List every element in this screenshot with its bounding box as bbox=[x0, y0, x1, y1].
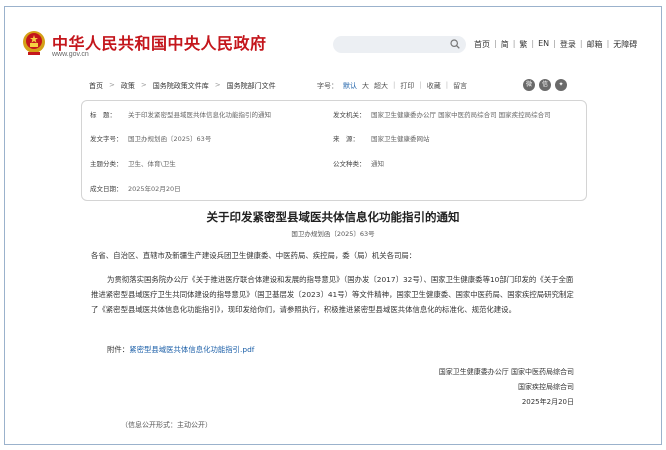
meta-docno-value: 国卫办规划函〔2025〕63号 bbox=[128, 135, 212, 143]
meta-topic-value: 卫生、体育\卫生 bbox=[128, 160, 176, 168]
meta-source-label: 来 源： bbox=[333, 135, 359, 143]
signing-date: 2025年2月20日 bbox=[521, 398, 574, 406]
top-navigation: 首页 | 简 | 繁 | EN | 登录 | 邮箱 | 无障碍 bbox=[474, 39, 637, 50]
site-url: www.gov.cn bbox=[52, 51, 89, 58]
meta-date-row: 成文日期： 2025年02月20日 bbox=[90, 183, 181, 193]
meta-issuer-row: 发文机关： 国家卫生健康委办公厅 国家中医药局综合司 国家疾控局综合司 bbox=[333, 109, 551, 119]
breadcrumb-separator-icon: > bbox=[109, 81, 115, 89]
nav-divider: | bbox=[531, 39, 535, 48]
meta-topic-label: 主题分类： bbox=[90, 160, 123, 168]
nav-divider: | bbox=[494, 39, 497, 48]
page-frame bbox=[4, 6, 662, 445]
font-size-large[interactable]: 大 bbox=[362, 81, 369, 91]
meta-type-value: 通知 bbox=[371, 160, 384, 168]
article-body: 为贯彻落实国务院办公厅《关于推进医疗联合体建设和发展的指导意见》（国办发〔201… bbox=[91, 275, 574, 314]
wechat-share-icon[interactable]: 信 bbox=[539, 79, 551, 91]
nav-home-link[interactable]: 首页 bbox=[474, 39, 490, 50]
favorite-button[interactable]: 收藏 bbox=[427, 81, 441, 91]
meta-title-row: 标 题： 关于印发紧密型县域医共体信息化功能指引的通知 bbox=[90, 109, 271, 119]
national-emblem-icon[interactable] bbox=[22, 30, 46, 56]
meta-source-value: 国家卫生健康委网站 bbox=[371, 135, 430, 143]
breadcrumb-policy[interactable]: 政策 bbox=[121, 81, 135, 91]
tools-divider: | bbox=[419, 81, 422, 89]
meta-docno-label: 发文字号： bbox=[90, 135, 123, 143]
article-tools: 字号： 默认 大 超大 | 打印 | 收藏 | 留言 bbox=[317, 81, 467, 91]
search-input[interactable] bbox=[333, 36, 466, 53]
meta-date-label: 成文日期： bbox=[90, 185, 123, 193]
breadcrumb-separator-icon: > bbox=[214, 81, 221, 89]
article-title: 关于印发紧密型县域医共体信息化功能指引的通知 bbox=[206, 210, 460, 224]
breadcrumb-bar: 首页 > 政策 > 国务院政策文件库 > 国务院部门文件 字号： 默认 大 超大… bbox=[81, 78, 584, 94]
meta-type-row: 公文种类： 通知 bbox=[333, 158, 384, 168]
leave-message-button[interactable]: 留言 bbox=[453, 81, 467, 91]
meta-date-value: 2025年02月20日 bbox=[128, 185, 181, 193]
share-buttons: 微 信 ✦ bbox=[523, 79, 567, 91]
disclosure-note: （信息公开形式：主动公开） bbox=[121, 421, 212, 429]
nav-divider: | bbox=[579, 39, 583, 48]
nav-traditional-link[interactable]: 繁 bbox=[519, 39, 527, 50]
nav-divider: | bbox=[512, 39, 516, 48]
font-size-xlarge[interactable]: 超大 bbox=[374, 81, 388, 91]
meta-title-value: 关于印发紧密型县域医共体信息化功能指引的通知 bbox=[128, 111, 271, 119]
signer-cdc: 国家疾控局综合司 bbox=[518, 383, 574, 391]
meta-docno-row: 发文字号： 国卫办规划函〔2025〕63号 bbox=[90, 133, 211, 143]
nav-mail-link[interactable]: 邮箱 bbox=[587, 39, 603, 50]
nav-login-link[interactable]: 登录 bbox=[560, 39, 576, 50]
signer-issuers: 国家卫生健康委办公厅 国家中医药局综合司 bbox=[438, 368, 574, 376]
meta-source-row: 来 源： 国家卫生健康委网站 bbox=[333, 133, 430, 143]
nav-simplified-link[interactable]: 简 bbox=[501, 39, 509, 50]
font-size-label: 字号： bbox=[317, 82, 338, 90]
nav-english-link[interactable]: EN bbox=[538, 39, 549, 50]
font-size-default[interactable]: 默认 bbox=[343, 81, 357, 91]
nav-accessibility-link[interactable]: 无障碍 bbox=[613, 39, 637, 50]
breadcrumb-home[interactable]: 首页 bbox=[89, 81, 103, 91]
article-document-number: 国卫办规划函〔2025〕63号 bbox=[291, 230, 375, 238]
meta-type-label: 公文种类： bbox=[333, 160, 366, 168]
attachment-line: 附件：紧密型县域医共体信息化功能指引.pdf bbox=[107, 344, 254, 355]
breadcrumb-policy-library[interactable]: 国务院政策文件库 bbox=[153, 81, 209, 91]
tools-divider: | bbox=[445, 81, 449, 89]
weibo-share-icon[interactable]: 微 bbox=[523, 79, 535, 91]
breadcrumb-department-docs[interactable]: 国务院部门文件 bbox=[227, 81, 276, 91]
qzone-share-icon[interactable]: ✦ bbox=[555, 79, 567, 91]
meta-issuer-label: 发文机关： bbox=[333, 111, 366, 119]
meta-title-label: 标 题： bbox=[90, 111, 116, 119]
breadcrumb: 首页 > 政策 > 国务院政策文件库 > 国务院部门文件 bbox=[89, 81, 276, 91]
tools-divider: | bbox=[393, 81, 396, 89]
attachment-label: 附件： bbox=[107, 345, 130, 354]
attachment-link[interactable]: 紧密型县域医共体信息化功能指引.pdf bbox=[129, 345, 254, 354]
print-button[interactable]: 打印 bbox=[400, 81, 414, 91]
nav-divider: | bbox=[606, 39, 610, 48]
nav-divider: | bbox=[553, 39, 556, 48]
meta-issuer-value: 国家卫生健康委办公厅 国家中医药局综合司 国家疾控局综合司 bbox=[371, 111, 551, 119]
document-metadata: 标 题： 关于印发紧密型县域医共体信息化功能指引的通知 发文机关： 国家卫生健康委办… bbox=[81, 100, 587, 201]
breadcrumb-separator-icon: > bbox=[140, 81, 147, 89]
meta-topic-row: 主题分类： 卫生、体育\卫生 bbox=[90, 158, 176, 168]
search-icon[interactable] bbox=[450, 39, 460, 49]
article-salutation: 各省、自治区、直辖市及新疆生产建设兵团卫生健康委、中医药局、疾控局，委（局）机关… bbox=[91, 251, 417, 260]
